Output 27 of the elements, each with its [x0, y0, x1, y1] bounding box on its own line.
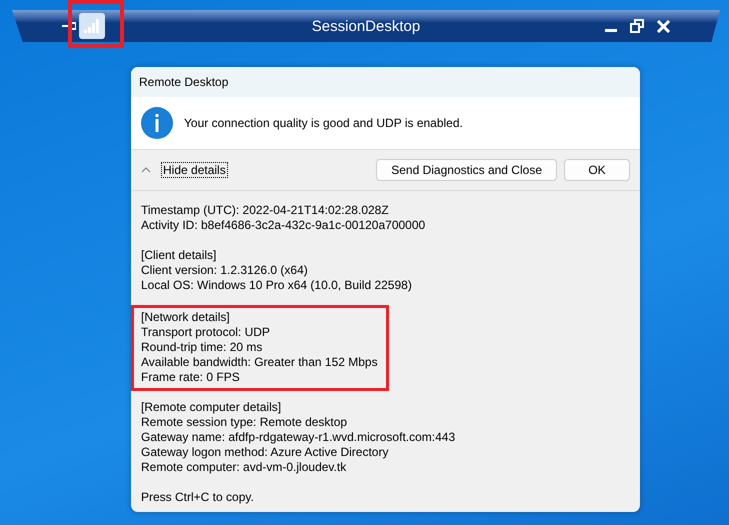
detail-line: Client version: 1.2.3126.0 (x64): [141, 263, 309, 278]
detail-line: Gateway logon method: Azure Active Directory: [141, 445, 390, 460]
detail-line: [Client details]: [141, 248, 218, 263]
detail-line: Timestamp (UTC): 2022-04-21T14:02:28.028Z: [141, 203, 390, 218]
detail-line: Local OS: Windows 10 Pro x64 (10.0, Build 22598): [141, 278, 412, 293]
close-icon[interactable]: [657, 20, 670, 32]
signal-icon: [83, 18, 101, 34]
detail-line: Available bandwidth: Greater than 152 Mbps: [141, 355, 378, 370]
detail-line: Remote computer: avd-vm-0.jloudev.tk: [141, 460, 348, 475]
ok-button[interactable]: OK: [564, 159, 630, 181]
info-icon: [141, 107, 173, 139]
dialog-title: Remote Desktop: [139, 75, 228, 89]
send-diagnostics-button[interactable]: Send Diagnostics and Close: [376, 159, 557, 181]
detail-line: Round-trip time: 20 ms: [141, 340, 264, 355]
status-message: Your connection quality is good and UDP is enabled.: [184, 116, 463, 130]
restore-icon[interactable]: [630, 19, 644, 33]
detail-line: [Remote computer details]: [141, 400, 282, 415]
detail-line: [Network details]: [141, 310, 231, 325]
detail-line: Remote session type: Remote desktop: [141, 415, 348, 430]
detail-line: Gateway name: afdfp-rdgateway-r1.wvd.microsoft.com:443: [141, 430, 456, 445]
detail-line: Transport protocol: UDP: [141, 325, 271, 340]
pin-icon[interactable]: [62, 20, 76, 32]
session-title: SessionDesktop: [312, 18, 420, 34]
detail-line: Press Ctrl+C to copy.: [141, 490, 254, 505]
detail-line: Activity ID: b8ef4686-3c2a-432c-9a1c-00120a700000: [141, 218, 426, 233]
detail-line: Frame rate: 0 FPS: [141, 370, 241, 385]
chevron-icon: [141, 167, 151, 173]
